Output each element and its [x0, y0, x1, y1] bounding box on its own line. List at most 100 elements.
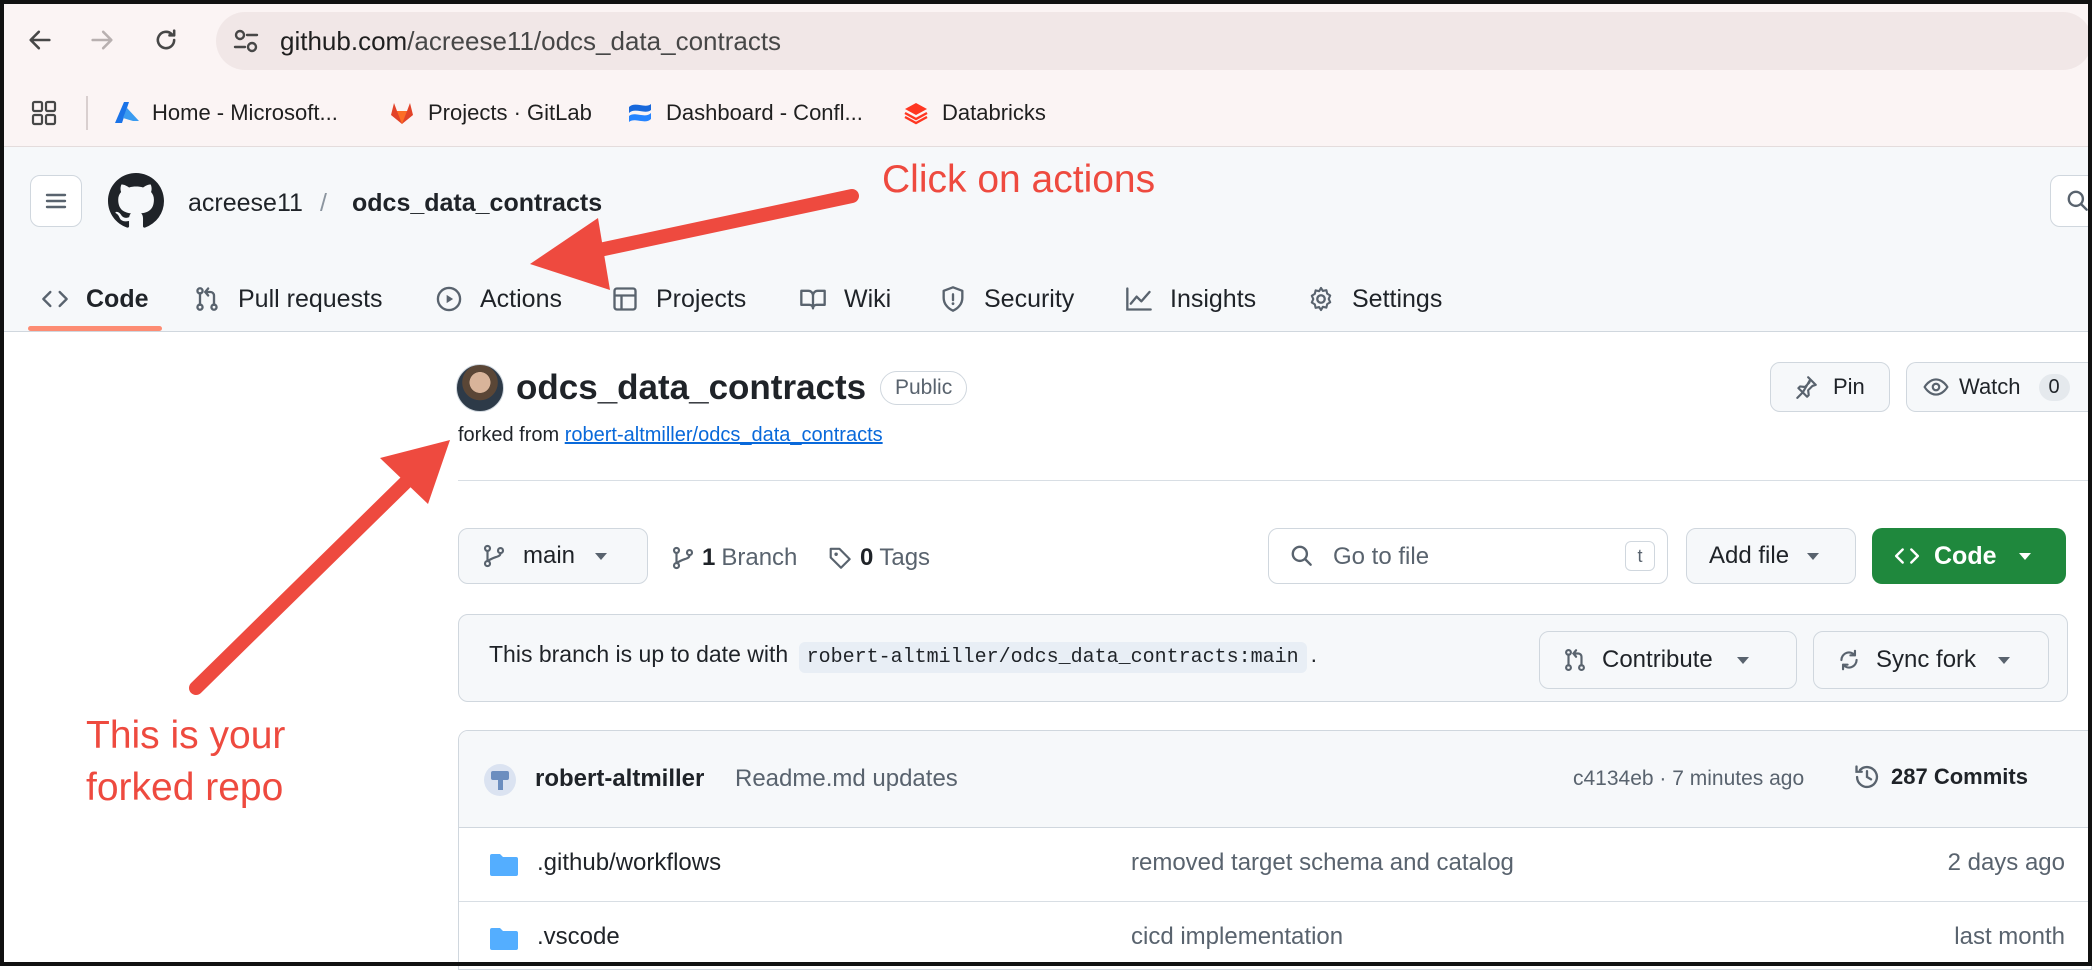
repo-title[interactable]: odcs_data_contracts [516, 368, 866, 408]
chevron-down-icon [2018, 552, 2031, 560]
repo-link[interactable]: odcs_data_contracts [352, 189, 602, 218]
commit-meta[interactable]: c4134eb · 7 minutes ago [1573, 767, 1804, 791]
apps-button[interactable] [30, 96, 58, 130]
contribute-button[interactable]: Contribute [1539, 631, 1797, 689]
add-file-button[interactable]: Add file [1686, 528, 1856, 584]
tab-label: Insights [1170, 284, 1257, 313]
branch-name: main [523, 542, 576, 569]
tab-security[interactable]: Security [938, 267, 1074, 331]
branch-count-label: Branch [721, 544, 798, 571]
forked-from-link[interactable]: robert-altmiller/odcs_data_contracts [565, 424, 883, 446]
code-icon [1894, 548, 1920, 564]
arrow-right-icon [91, 30, 113, 50]
gitlab-icon [391, 103, 413, 124]
commit-author[interactable]: robert-altmiller [535, 765, 704, 793]
file-row[interactable]: .vscode cicd implementation last month [459, 901, 2091, 969]
tab-actions[interactable]: Actions [434, 267, 562, 331]
tab-label: Wiki [844, 284, 892, 313]
tab-insights[interactable]: Insights [1124, 267, 1256, 331]
book-icon [800, 289, 826, 310]
file-name[interactable]: .github/workflows [537, 849, 721, 877]
visibility-badge: Public [880, 371, 968, 405]
search-icon [1291, 545, 1312, 566]
search-button[interactable] [2050, 175, 2092, 227]
upstream-ref[interactable]: robert-altmiller/odcs_data_contracts:mai… [798, 642, 1307, 673]
sync-fork-button[interactable]: Sync fork [1813, 631, 2049, 689]
fork-status-prefix: This branch is up to date with [489, 641, 789, 667]
url-text[interactable]: github.com/acreese11/odcs_data_contracts [280, 26, 781, 57]
owner-link[interactable]: acreese11 [188, 189, 303, 218]
tag-icon [829, 547, 851, 569]
section-divider [458, 480, 2092, 481]
search-icon [2067, 190, 2088, 211]
pin-button[interactable]: Pin [1770, 362, 1890, 412]
tag-count: 0 [860, 544, 874, 571]
tab-label: Settings [1352, 284, 1443, 313]
azure-icon [115, 102, 139, 123]
selected-tab-indicator [28, 326, 162, 331]
tab-wiki[interactable]: Wiki [798, 267, 891, 331]
site-info-icon[interactable] [230, 25, 262, 57]
chevron-down-icon [1736, 656, 1749, 664]
bookmarks-divider [86, 96, 88, 130]
address-bar[interactable]: github.com/acreese11/odcs_data_contracts [216, 12, 2092, 70]
shield-icon [942, 286, 964, 312]
tab-settings[interactable]: Settings [1306, 267, 1442, 331]
graph-icon [1126, 287, 1152, 311]
reload-button[interactable] [146, 20, 186, 60]
branch-count: 1 [702, 544, 716, 571]
commits-link[interactable]: 287 Commits [1853, 763, 2028, 791]
annotation-fork-line2: forked repo [86, 766, 284, 809]
file-commit-message[interactable]: removed target schema and catalog [1131, 849, 1514, 877]
file-commit-message[interactable]: cicd implementation [1131, 923, 1343, 951]
databricks-icon [904, 103, 928, 125]
tag-count-label: Tags [879, 544, 931, 571]
tab-label: Actions [480, 284, 562, 313]
committer-avatar-icon[interactable] [483, 763, 517, 797]
avatar[interactable] [456, 364, 504, 412]
keyboard-shortcut: t [1625, 541, 1655, 571]
history-icon [1855, 765, 1879, 789]
tags-link[interactable]: 0 Tags [828, 540, 930, 576]
back-button[interactable] [20, 20, 60, 60]
branches-link[interactable]: 1 Branch [670, 540, 797, 576]
forked-prefix: forked from [458, 424, 560, 446]
watch-label: Watch [1959, 374, 2021, 399]
url-path: /acreese11/odcs_data_contracts [407, 26, 782, 56]
bookmark-label: Home - Microsoft... [152, 100, 338, 125]
forward-button[interactable] [82, 20, 122, 60]
browser-toolbar: github.com/acreese11/odcs_data_contracts [0, 0, 2092, 80]
tab-pull-requests[interactable]: Pull requests [192, 267, 383, 331]
folder-icon [490, 928, 518, 950]
go-to-file-input[interactable]: Go to file t [1268, 528, 1668, 584]
fork-status-box: This branch is up to date with robert-al… [458, 614, 2068, 702]
fork-status-text: This branch is up to date with robert-al… [489, 641, 1317, 673]
commits-label: 287 Commits [1891, 764, 2028, 789]
bookmark-databricks[interactable]: Databricks [902, 96, 1046, 130]
file-row[interactable]: .github/workflows removed target schema … [459, 827, 2091, 902]
hamburger-icon [45, 193, 67, 209]
gear-icon [1310, 286, 1332, 312]
pull-request-icon [196, 287, 218, 311]
watch-button[interactable]: Watch 0 [1906, 362, 2092, 412]
pin-label: Pin [1833, 374, 1865, 399]
code-button[interactable]: Code [1872, 528, 2066, 584]
menu-button[interactable] [30, 175, 82, 227]
code-icon [42, 290, 68, 308]
pin-icon [1796, 376, 1817, 399]
bookmark-azure[interactable]: Home - Microsoft... [112, 96, 338, 130]
branch-icon [672, 546, 694, 570]
branch-select[interactable]: main [458, 528, 648, 584]
branch-icon [483, 544, 505, 568]
add-file-label: Add file [1709, 542, 1790, 569]
tab-projects[interactable]: Projects [610, 267, 746, 331]
arrow-left-icon [29, 30, 51, 50]
folder-icon [490, 854, 518, 876]
bookmark-gitlab[interactable]: Projects · GitLab [388, 96, 592, 130]
tab-code[interactable]: Code [40, 267, 149, 331]
file-name[interactable]: .vscode [537, 923, 620, 951]
commit-message[interactable]: Readme.md updates [735, 765, 958, 793]
annotation-fork-line1: This is your [86, 714, 286, 757]
github-logo-icon[interactable] [108, 173, 164, 229]
bookmark-confluence[interactable]: Dashboard - Confl... [626, 96, 863, 130]
